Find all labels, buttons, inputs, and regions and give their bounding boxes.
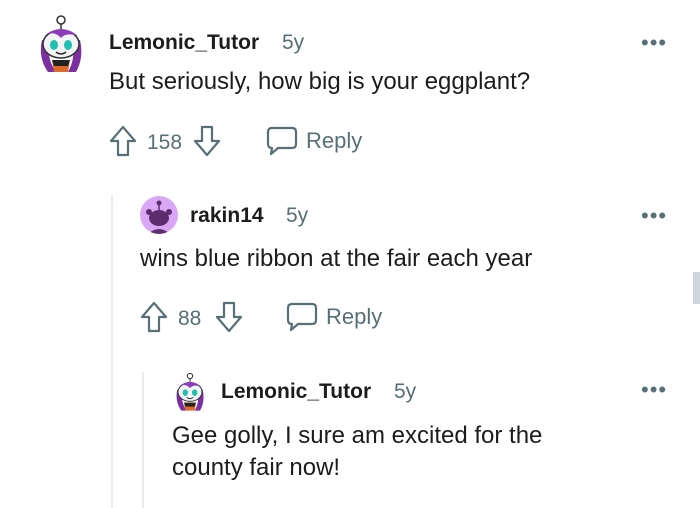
- username[interactable]: Lemonic_Tutor: [109, 31, 259, 55]
- more-options-icon[interactable]: •••: [641, 32, 667, 54]
- timestamp[interactable]: 5y: [286, 204, 308, 228]
- username[interactable]: rakin14: [190, 204, 264, 228]
- thread-line[interactable]: [142, 372, 144, 508]
- snoo-avatar-icon: [40, 15, 82, 72]
- comment-body-line-2: county fair now!: [172, 454, 341, 481]
- reply-icon: [286, 302, 318, 332]
- timestamp[interactable]: 5y: [394, 380, 416, 404]
- comment-body: wins blue ribbon at the fair each year: [140, 245, 533, 272]
- downvote-icon[interactable]: [193, 125, 221, 162]
- comment-body-line-1: Gee golly, I sure am excited for the: [172, 422, 543, 449]
- timestamp[interactable]: 5y: [282, 31, 304, 55]
- thread-line[interactable]: [111, 196, 113, 508]
- reply-button[interactable]: Reply: [266, 126, 362, 156]
- reply-label: Reply: [326, 304, 383, 329]
- username[interactable]: Lemonic_Tutor: [221, 380, 371, 404]
- scrollbar-thumb[interactable]: [693, 272, 700, 304]
- upvote-icon[interactable]: [109, 125, 137, 162]
- snoo-avatar-icon: [146, 200, 172, 234]
- more-options-icon[interactable]: •••: [641, 379, 667, 401]
- downvote-icon[interactable]: [215, 301, 243, 338]
- reply-label: Reply: [306, 128, 363, 153]
- vote-count: 158: [147, 131, 183, 154]
- vote-count: 88: [178, 307, 202, 330]
- user-avatar[interactable]: [140, 196, 178, 234]
- more-options-icon[interactable]: •••: [641, 205, 667, 227]
- comment-body: But seriously, how big is your eggplant?: [109, 68, 531, 95]
- user-avatar[interactable]: [172, 372, 208, 412]
- user-avatar[interactable]: [36, 14, 86, 74]
- reply-button[interactable]: Reply: [286, 302, 382, 332]
- upvote-icon[interactable]: [140, 301, 168, 338]
- reply-icon: [266, 126, 298, 156]
- snoo-avatar-icon: [176, 372, 204, 411]
